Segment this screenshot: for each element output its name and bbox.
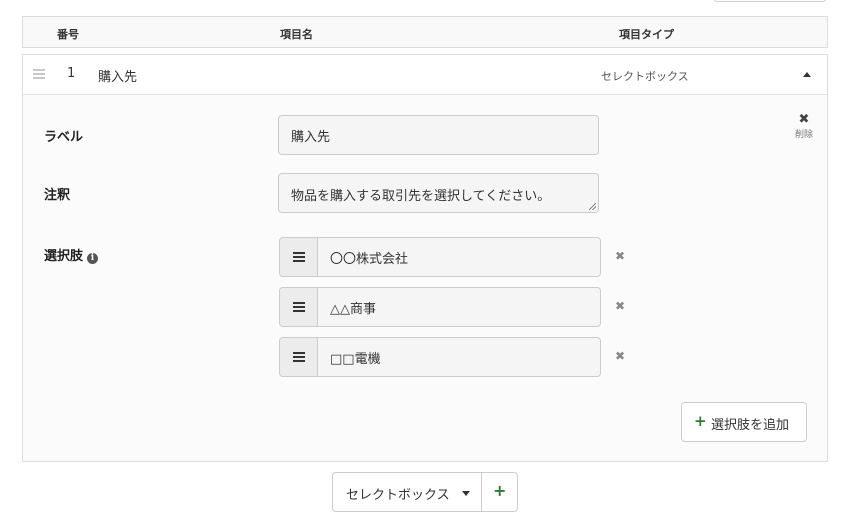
item-type: セレクトボックス xyxy=(601,70,689,83)
plus-icon: + xyxy=(493,481,507,500)
choices-label-text: 選択肢 xyxy=(44,249,84,264)
remove-label: 削除 xyxy=(794,130,813,140)
chevron-up-icon[interactable] xyxy=(803,72,811,77)
remove-field-button[interactable]: ✖ 削除 xyxy=(791,113,817,140)
choice-text[interactable]: △△商事 xyxy=(330,298,376,317)
drag-handle-icon[interactable] xyxy=(280,288,318,326)
close-icon[interactable]: ✖ xyxy=(615,349,625,363)
top-button-stub[interactable] xyxy=(714,0,826,2)
label-input[interactable] xyxy=(278,115,599,155)
add-choice-button[interactable]: + 選択肢を追加 xyxy=(681,402,807,442)
note-text: 物品を購入する取引先を選択してください。 xyxy=(291,189,551,204)
header-number: 番号 xyxy=(57,28,79,41)
close-icon[interactable]: ✖ xyxy=(615,299,625,313)
header-type: 項目タイプ xyxy=(619,28,674,41)
choices-field-label: 選択肢 i xyxy=(44,245,99,264)
label-field-label: ラベル xyxy=(44,130,84,145)
item-row[interactable]: 1 購入先 セレクトボックス xyxy=(23,55,827,95)
choice-item[interactable]: □□電機 xyxy=(279,337,601,377)
add-choice-label: 選択肢を追加 xyxy=(711,418,790,433)
choice-text[interactable]: □□電機 xyxy=(330,348,381,367)
note-textarea[interactable]: 物品を購入する取引先を選択してください。 xyxy=(278,173,599,213)
table-header: 番号 項目名 項目タイプ xyxy=(22,16,828,48)
choice-text[interactable]: 〇〇株式会社 xyxy=(330,248,408,267)
header-name: 項目名 xyxy=(280,28,313,41)
item-number: 1 xyxy=(67,66,76,81)
drag-handle-icon[interactable] xyxy=(280,338,318,376)
close-icon: ✖ xyxy=(798,112,810,127)
field-type-label: セレクトボックス xyxy=(346,488,450,503)
choice-item[interactable]: 〇〇株式会社 xyxy=(279,237,601,277)
drag-handle-icon[interactable] xyxy=(33,69,45,79)
plus-icon: + xyxy=(694,412,707,430)
drag-handle-icon[interactable] xyxy=(280,238,318,276)
add-field-button[interactable]: + xyxy=(481,472,518,512)
close-icon[interactable]: ✖ xyxy=(615,249,625,263)
choice-item[interactable]: △△商事 xyxy=(279,287,601,327)
field-panel: 1 購入先 セレクトボックス ラベル ✖ 削除 注釈 物品を購入する取引先を選択… xyxy=(22,54,828,462)
info-icon[interactable]: i xyxy=(87,253,99,264)
resize-grip-icon[interactable] xyxy=(589,203,596,210)
item-name: 購入先 xyxy=(98,70,138,85)
field-type-select[interactable]: セレクトボックス xyxy=(332,472,482,512)
note-field-label: 注釈 xyxy=(44,188,71,203)
caret-down-icon xyxy=(462,491,470,496)
